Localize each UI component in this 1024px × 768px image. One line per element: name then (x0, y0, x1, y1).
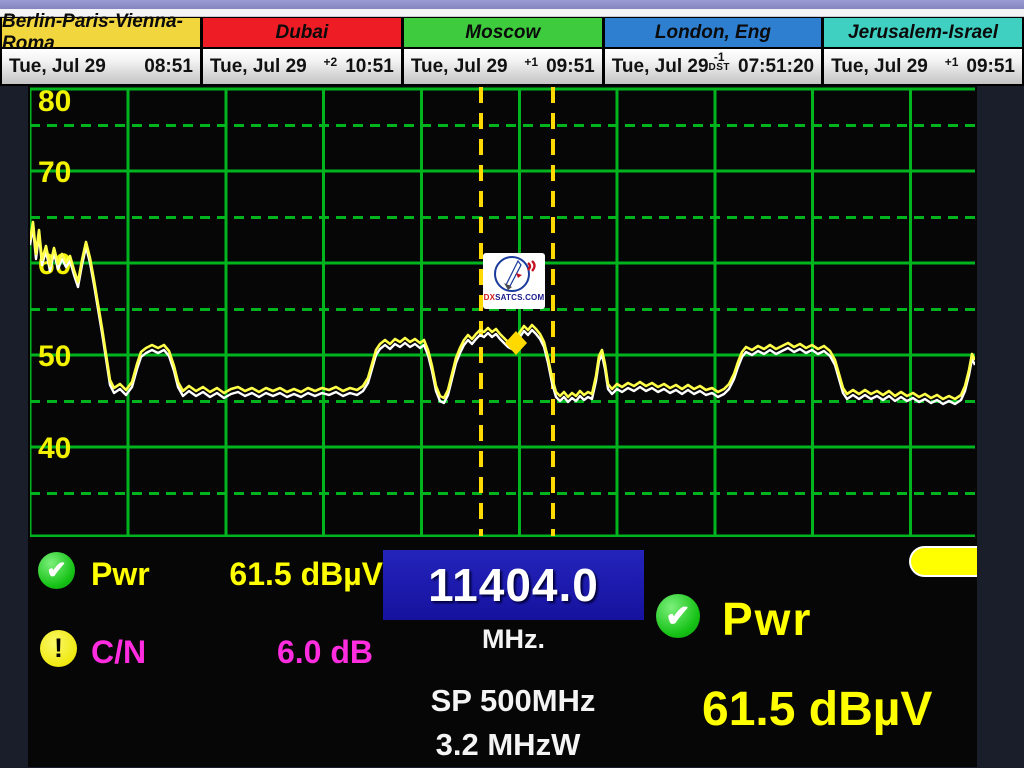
svg-text:50: 50 (38, 340, 71, 373)
bandwidth-value: 3.2 MHzW (358, 727, 658, 763)
frequency-value: 11404.0 (428, 558, 599, 612)
pwr-label: Pwr (91, 556, 150, 593)
spectrum-plot: 8070605040 (30, 87, 975, 537)
svg-text:70: 70 (38, 156, 71, 189)
clock-time-row: Tue, Jul 29 -1 DST 07:51:20 (605, 49, 821, 84)
satellite-dish-icon (486, 253, 542, 295)
clock-utc-offset: +2 (324, 56, 338, 68)
clock-time: 08:51 (144, 56, 193, 78)
clock-city-label: Jerusalem-Israel (824, 18, 1022, 49)
clock-time-row: Tue, Jul 29 +1 09:51 (824, 49, 1022, 84)
span-value: SP 500MHz (358, 683, 668, 719)
clock-city-label: Berlin-Paris-Vienna-Roma (2, 18, 200, 49)
cn-warning-icon: ! (40, 630, 77, 667)
clock-date: Tue, Jul 29 (831, 56, 928, 78)
clock-time-row: Tue, Jul 29 +2 10:51 (203, 49, 401, 84)
svg-text:80: 80 (38, 87, 71, 118)
frequency-unit: MHz. (383, 624, 644, 655)
clock-time-row: Tue, Jul 29 +1 09:51 (404, 49, 602, 84)
clock-city-label: Moscow (404, 18, 602, 49)
world-clock-bar: Berlin-Paris-Vienna-Roma Tue, Jul 29 08:… (0, 17, 1024, 86)
clock-date: Tue, Jul 29 (210, 56, 307, 78)
logo-wordmark: DXSATCS.COM (484, 294, 545, 302)
cn-value: 6.0 dB (208, 634, 373, 671)
analyzer-area: 8070605040 DXSATCS.COM ✔ Pwr 61.5 dBµV ! (0, 86, 1024, 767)
pwr-value: 61.5 dBµV (208, 556, 383, 593)
clock-date: Tue, Jul 29 (9, 56, 106, 78)
clock-time: 10:51 (345, 56, 394, 78)
window-top-bar (0, 0, 1024, 9)
clock-cell: Dubai Tue, Jul 29 +2 10:51 (203, 18, 401, 84)
clock-time-row: Tue, Jul 29 08:51 (2, 49, 200, 84)
clock-time: 09:51 (546, 56, 595, 78)
clock-utc-offset: +1 (945, 56, 959, 68)
clock-utc-offset: +1 (524, 56, 538, 68)
cn-label: C/N (91, 634, 146, 671)
spectrum-panel: 8070605040 DXSATCS.COM ✔ Pwr 61.5 dBµV ! (28, 86, 977, 767)
pwr-ok-icon: ✔ (38, 552, 75, 589)
big-pwr-label: Pwr (722, 592, 812, 646)
clock-cell: Berlin-Paris-Vienna-Roma Tue, Jul 29 08:… (2, 18, 200, 84)
clock-cell: London, Eng Tue, Jul 29 -1 DST 07:51:20 (605, 18, 821, 84)
svg-text:40: 40 (38, 432, 71, 465)
clock-date: Tue, Jul 29 (411, 56, 508, 78)
dxsatcs-logo: DXSATCS.COM (483, 253, 545, 309)
clock-city-label: Dubai (203, 18, 401, 49)
clock-time: 09:51 (966, 56, 1015, 78)
meter-screen: Berlin-Paris-Vienna-Roma Tue, Jul 29 08:… (0, 0, 1024, 768)
clock-date: Tue, Jul 29 (612, 56, 709, 78)
big-pwr-value: 61.5 dBµV (702, 682, 932, 737)
clock-time: 07:51:20 (738, 56, 814, 78)
big-pwr-ok-icon: ✔ (656, 594, 700, 638)
clock-utc-offset: -1 DST (709, 51, 731, 73)
clock-city-label: London, Eng (605, 18, 821, 49)
frequency-box[interactable]: 11404.0 (383, 550, 644, 620)
clock-cell: Moscow Tue, Jul 29 +1 09:51 (404, 18, 602, 84)
peak-diamond-marker (505, 331, 527, 355)
clock-cell: Jerusalem-Israel Tue, Jul 29 +1 09:51 (824, 18, 1022, 84)
range-pill-button[interactable] (909, 546, 977, 577)
